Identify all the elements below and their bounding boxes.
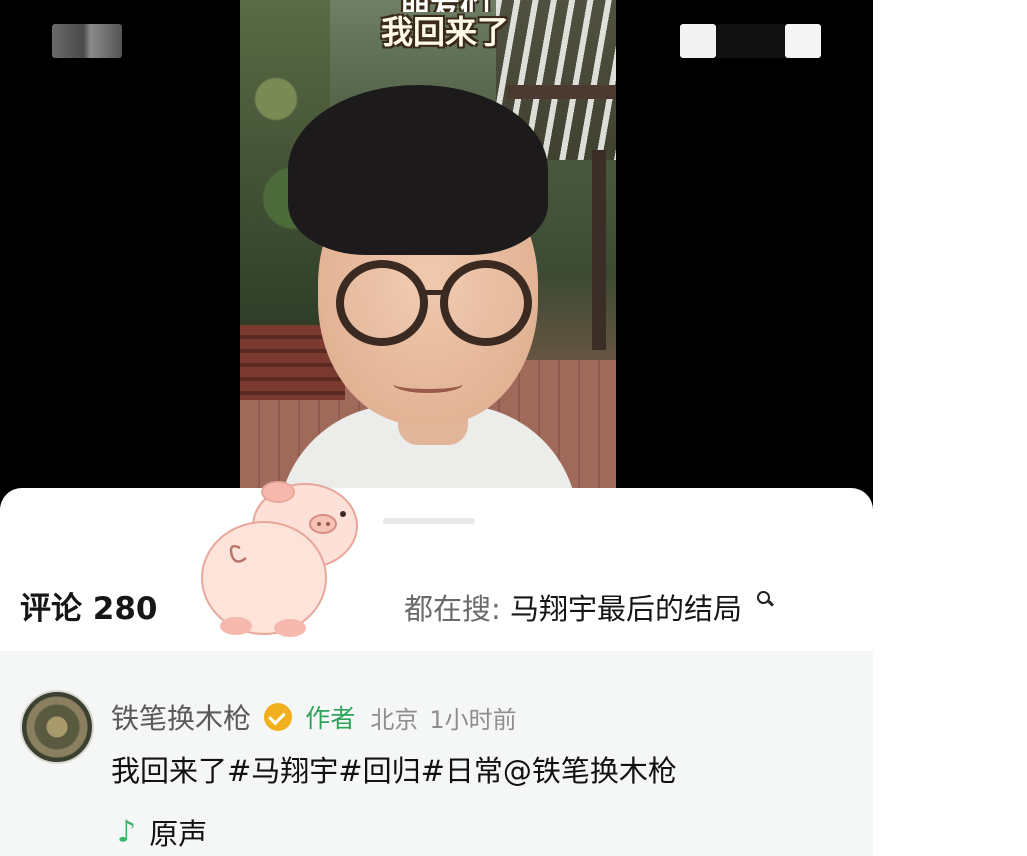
- phone-screen: 朋友们 我回来了 评论 280 都在搜: 马翔宇最后的结局 铁笔换木枪: [0, 0, 873, 856]
- trending-search-query[interactable]: 马翔宇最后的结局: [510, 592, 742, 626]
- pig-nostril: [317, 522, 321, 526]
- pig-eye: [340, 511, 346, 517]
- status-right-blur: [716, 24, 785, 58]
- status-icon-block: [680, 24, 716, 58]
- comment-time: 1小时前: [429, 705, 517, 734]
- glasses-bridge: [424, 290, 446, 295]
- comment-author-name[interactable]: 铁笔换木枪: [111, 702, 251, 735]
- comment-count-label: 评论: [20, 591, 82, 627]
- video-player[interactable]: 朋友们 我回来了: [240, 0, 616, 500]
- trending-search[interactable]: 都在搜: 马翔宇最后的结局: [404, 586, 773, 628]
- pig-foot: [220, 617, 252, 635]
- status-left-blur: [52, 24, 122, 58]
- music-note-icon: ♪: [117, 814, 137, 850]
- comment-count: 评论 280: [20, 583, 158, 628]
- pig-nostril: [326, 522, 330, 526]
- pig-snout: [309, 514, 337, 534]
- author-avatar[interactable]: [20, 690, 94, 764]
- glasses-lens-right: [440, 260, 532, 346]
- status-icon-block: [785, 24, 821, 58]
- video-person: [278, 85, 578, 500]
- caption-line-2: 我回来了: [380, 13, 509, 51]
- comment-list: 铁笔换木枪 作者 北京 1小时前 我回来了#马翔宇#回归#日常@铁笔换木枪 ♪ …: [0, 651, 873, 856]
- music-label[interactable]: 原声: [149, 817, 207, 851]
- comment-location: 北京: [370, 705, 419, 734]
- pig-ear: [261, 481, 295, 503]
- comment-author-line: 铁笔换木枪 作者 北京 1小时前: [111, 697, 517, 737]
- video-caption: 朋友们 我回来了: [360, 0, 530, 52]
- music-line[interactable]: ♪ 原声: [117, 811, 207, 853]
- author-badge: 作者: [305, 704, 356, 733]
- person-mouth: [393, 375, 463, 393]
- search-icon[interactable]: [757, 591, 773, 607]
- comment-text[interactable]: 我回来了#马翔宇#回归#日常@铁笔换木枪: [111, 748, 677, 790]
- verified-check-icon: [264, 703, 293, 731]
- pig-body: [201, 521, 327, 635]
- caption-line-1: 朋友们: [360, 0, 530, 12]
- sheet-drag-handle[interactable]: [383, 518, 475, 524]
- pig-foot: [274, 619, 306, 637]
- background-pillar: [592, 150, 606, 350]
- trending-search-prefix: 都在搜:: [404, 592, 501, 626]
- glasses-lens-left: [336, 260, 428, 346]
- person-hair: [288, 85, 548, 255]
- pig-sticker: [201, 481, 358, 637]
- comment-count-number: 280: [92, 591, 158, 627]
